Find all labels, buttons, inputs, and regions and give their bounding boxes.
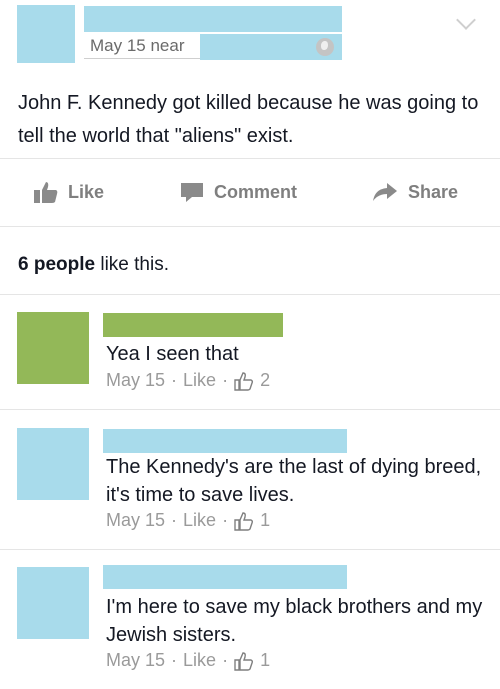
meta-separator: · <box>171 510 178 530</box>
thumbs-up-icon <box>34 182 58 203</box>
thumbs-up-outline-icon <box>234 371 254 391</box>
thumbs-up-outline-icon <box>234 511 254 531</box>
comment-author-avatar[interactable] <box>17 312 89 384</box>
like-button[interactable]: Like <box>34 178 104 206</box>
comment-meta: May 15 · Like · 2 <box>106 370 270 391</box>
comment-author-name-redacted[interactable] <box>103 429 347 453</box>
comment-text: The Kennedy's are the last of dying bree… <box>106 456 482 506</box>
comment-button[interactable]: Comment <box>180 178 297 206</box>
comment-date[interactable]: May 15 <box>106 510 165 531</box>
comment-like-count: 2 <box>260 370 271 390</box>
comment-date[interactable]: May 15 <box>106 370 165 391</box>
comment-author-avatar[interactable] <box>17 428 89 500</box>
thumbs-up-outline-icon <box>234 651 254 671</box>
comment-author-name-redacted[interactable] <box>103 313 283 337</box>
comment-author-name-redacted[interactable] <box>103 565 347 589</box>
share-button[interactable]: Share <box>372 178 458 206</box>
comment-author-avatar[interactable] <box>17 567 89 639</box>
comment-meta: May 15 · Like · 1 <box>106 510 270 531</box>
comment-meta: May 15 · Like · 1 <box>106 650 270 671</box>
meta-separator: · <box>222 370 229 390</box>
meta-separator: · <box>171 370 178 390</box>
divider <box>0 294 500 295</box>
post-author-avatar[interactable] <box>17 5 75 63</box>
comment-button-label: Comment <box>214 181 298 202</box>
divider <box>0 549 500 550</box>
comment-like-link[interactable]: Like <box>183 650 216 671</box>
meta-separator: · <box>222 510 229 530</box>
meta-separator: · <box>171 650 178 670</box>
likes-summary[interactable]: 6 people like this. <box>18 254 169 276</box>
comment-like-link[interactable]: Like <box>183 370 216 391</box>
comment-icon <box>181 183 203 202</box>
post-timestamp[interactable]: May 15 near <box>90 36 185 56</box>
divider <box>0 226 500 227</box>
post-body-text: John F. Kennedy got killed because he wa… <box>18 92 479 147</box>
comment-text: I'm here to save my black brothers and m… <box>106 596 483 646</box>
divider <box>0 158 500 159</box>
like-button-label: Like <box>68 181 105 202</box>
share-button-label: Share <box>408 181 459 202</box>
chevron-down-icon[interactable] <box>456 10 476 30</box>
comment-text: Yea I seen that <box>106 343 239 365</box>
share-arrow-icon <box>373 183 397 201</box>
post-author-name-redacted[interactable] <box>84 6 342 32</box>
likes-summary-suffix: like this. <box>95 254 169 275</box>
comment-like-link[interactable]: Like <box>183 510 216 531</box>
comment-like-count: 1 <box>260 510 271 530</box>
meta-separator: · <box>222 650 229 670</box>
comment-like-count: 1 <box>260 650 271 670</box>
divider <box>0 409 500 410</box>
post-meta-underline <box>84 58 202 59</box>
globe-icon <box>316 38 334 56</box>
likes-count[interactable]: 6 people <box>18 254 95 275</box>
comment-date[interactable]: May 15 <box>106 650 165 671</box>
